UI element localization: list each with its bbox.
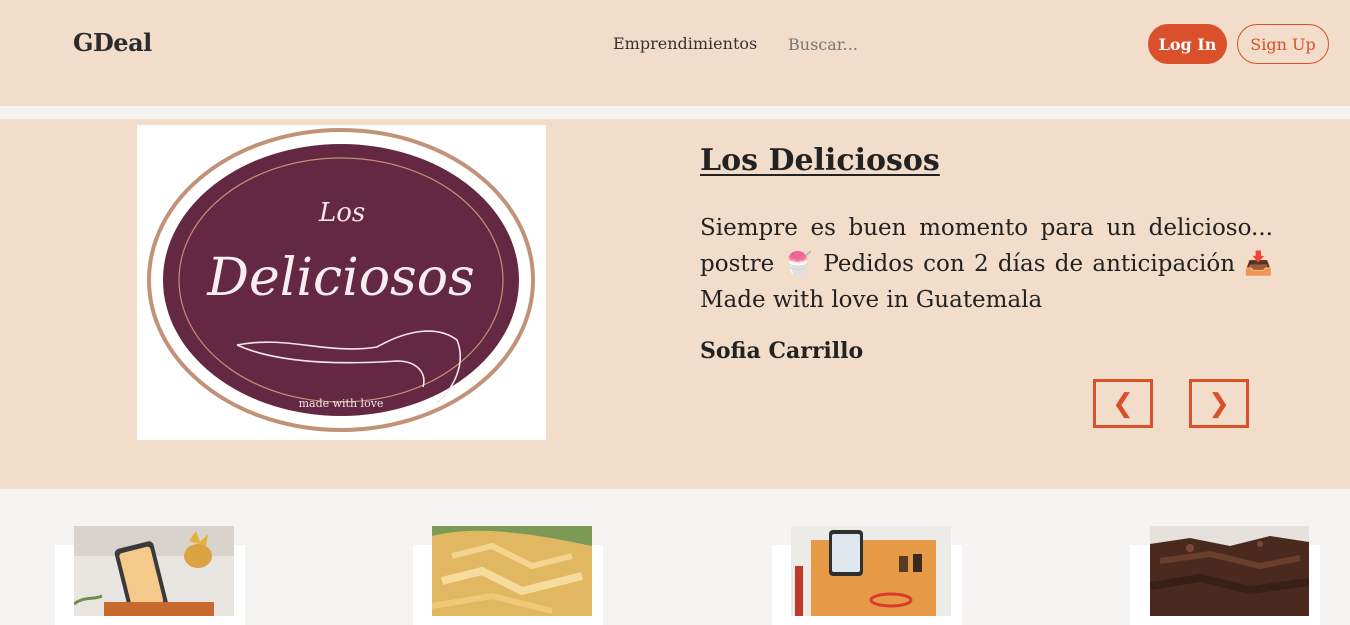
featured-description: Siempre es buen momento para un delicios… — [700, 215, 1273, 313]
chevron-right-icon: ❯ — [1208, 388, 1230, 419]
product-image-desk-organizer[interactable] — [791, 526, 951, 616]
product-image-phone-stand[interactable] — [74, 526, 234, 616]
logo-text-small: Los — [318, 198, 365, 228]
los-deliciosos-logo: Los Deliciosos made with love — [147, 128, 535, 432]
nav-link-emprendimientos[interactable]: Emprendimientos — [613, 34, 757, 53]
product-image-brownies[interactable] — [1150, 526, 1309, 616]
carousel-prev-button[interactable]: ❮ — [1093, 379, 1153, 428]
featured-carousel: Los Deliciosos made with love Los Delici… — [0, 119, 1350, 489]
navbar: GDeal Emprendimientos Log In Sign Up — [0, 0, 1350, 106]
featured-title[interactable]: Los Deliciosos — [700, 143, 940, 178]
brand-logo[interactable]: GDeal — [73, 28, 152, 57]
featured-owner: Sofia Carrillo — [700, 338, 864, 364]
signup-button[interactable]: Sign Up — [1237, 24, 1329, 64]
logo-text-main: Deliciosos — [206, 248, 474, 308]
product-image-pastry[interactable] — [432, 526, 592, 616]
logo-tagline: made with love — [299, 397, 384, 410]
login-button[interactable]: Log In — [1148, 24, 1227, 64]
search-input[interactable] — [788, 30, 968, 58]
featured-logo-image: Los Deliciosos made with love — [137, 125, 546, 440]
chevron-left-icon: ❮ — [1112, 388, 1134, 419]
carousel-next-button[interactable]: ❯ — [1189, 379, 1249, 428]
